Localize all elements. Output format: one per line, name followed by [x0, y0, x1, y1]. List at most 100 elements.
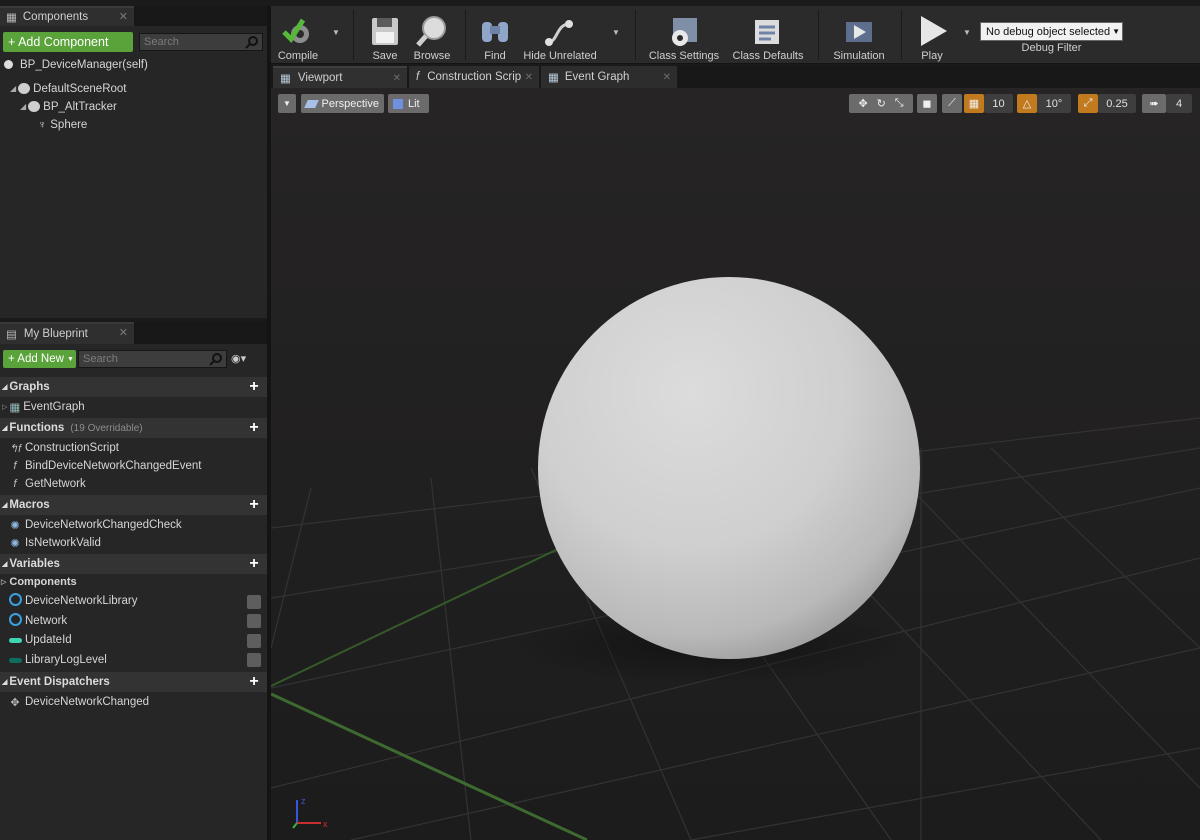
- simulation-icon: [846, 22, 872, 42]
- actor-component-icon: [28, 101, 41, 112]
- debug-filter-label: Debug Filter: [1021, 42, 1082, 54]
- list-item-function[interactable]: f GetNetwork: [0, 475, 267, 493]
- my-blueprint-tabstrip: ▤ My Blueprint ✕: [0, 322, 267, 344]
- tree-item-defaultsceneroot[interactable]: ◢ DefaultSceneRoot: [10, 80, 127, 97]
- search-icon: [209, 353, 222, 366]
- list-item-variable[interactable]: LibraryLogLevel: [0, 651, 267, 669]
- tab-components[interactable]: ▦ Components ✕: [0, 6, 134, 26]
- translate-icon[interactable]: ✥: [858, 97, 867, 110]
- eye-visibility-toggle[interactable]: [247, 653, 261, 667]
- my-blueprint-search-input[interactable]: Search: [78, 350, 227, 368]
- components-search-placeholder: Search: [144, 36, 179, 48]
- search-icon: [245, 36, 258, 49]
- add-function-button[interactable]: +: [247, 420, 261, 436]
- add-dispatcher-button[interactable]: +: [247, 674, 261, 690]
- tab-viewport[interactable]: ▦ Viewport ✕: [273, 66, 407, 88]
- viewport-scene: z x: [271, 88, 1200, 840]
- close-icon[interactable]: ✕: [119, 10, 128, 23]
- lit-button[interactable]: Lit: [388, 94, 429, 113]
- play-button[interactable]: Play: [911, 8, 953, 62]
- chevron-down-icon: ▼: [66, 355, 74, 363]
- add-variable-button[interactable]: +: [247, 556, 261, 572]
- list-item-macro[interactable]: ✺ IsNetworkValid: [0, 534, 267, 552]
- perspective-button[interactable]: Perspective: [301, 94, 384, 113]
- grid-snap-value[interactable]: 10: [984, 94, 1013, 113]
- add-component-button[interactable]: + Add Component: [3, 32, 133, 52]
- my-blueprint-search-placeholder: Search: [83, 353, 118, 365]
- hide-unrelated-dropdown[interactable]: ▼: [612, 28, 620, 37]
- section-macros[interactable]: ◢ Macros +: [0, 495, 267, 515]
- list-item-function[interactable]: f BindDeviceNetworkChangedEvent: [0, 457, 267, 475]
- save-label: Save: [372, 50, 398, 62]
- chevron-down-icon: ▼: [1112, 27, 1121, 36]
- play-icon: [921, 16, 947, 46]
- eye-visibility-toggle[interactable]: [247, 614, 261, 628]
- components-search-input[interactable]: Search: [139, 33, 263, 51]
- class-settings-button[interactable]: Class Settings: [647, 8, 721, 62]
- collapse-arrow-icon: ◢: [2, 561, 8, 568]
- rotation-snap-value[interactable]: 10°: [1037, 94, 1071, 113]
- integer-pill-icon: [8, 634, 22, 646]
- item-label: DeviceNetworkChanged: [25, 696, 150, 708]
- eye-visibility-toggle[interactable]: [247, 595, 261, 609]
- tree-item-bp-alttracker[interactable]: ◢ BP_AltTracker: [20, 98, 117, 115]
- add-new-button[interactable]: + Add New ▼: [3, 350, 76, 368]
- tab-event-graph[interactable]: ▦ Event Graph ✕: [541, 66, 677, 88]
- toolbar-separator: [635, 10, 636, 60]
- sphere-mesh[interactable]: [538, 277, 920, 659]
- hide-unrelated-button[interactable]: Hide Unrelated: [519, 8, 601, 62]
- variables-components-category[interactable]: ▷ Components: [0, 573, 267, 591]
- class-defaults-button[interactable]: Class Defaults: [729, 8, 807, 62]
- scale-icon[interactable]: ⤡: [895, 97, 904, 110]
- grid-snap-icon[interactable]: ▦: [964, 94, 984, 113]
- list-item-macro[interactable]: ✺ DeviceNetworkChangedCheck: [0, 516, 267, 534]
- find-button[interactable]: Find: [477, 8, 513, 62]
- section-graphs[interactable]: ◢ Graphs +: [0, 377, 267, 397]
- save-button[interactable]: Save: [367, 8, 403, 62]
- viewport-options-dropdown[interactable]: ▼: [278, 94, 296, 113]
- toolbar-separator: [818, 10, 819, 60]
- list-item-variable[interactable]: Network: [0, 612, 267, 630]
- list-item-variable[interactable]: DeviceNetworkLibrary: [0, 592, 267, 610]
- browse-button[interactable]: Browse: [409, 8, 455, 62]
- graph-nodes-icon: [545, 20, 573, 46]
- tab-my-blueprint[interactable]: ▤ My Blueprint ✕: [0, 322, 134, 344]
- tree-item-sphere[interactable]: ♆ Sphere: [38, 116, 87, 133]
- list-item-variable[interactable]: UpdateId: [0, 631, 267, 649]
- close-icon[interactable]: ✕: [663, 72, 671, 83]
- compile-options-dropdown[interactable]: ▼: [332, 28, 340, 37]
- rotate-icon[interactable]: ↻: [877, 97, 886, 110]
- svg-text:x: x: [323, 819, 328, 829]
- camera-speed-value[interactable]: 4: [1166, 94, 1192, 113]
- close-icon[interactable]: ✕: [119, 326, 128, 339]
- category-label: Components: [9, 576, 77, 588]
- tree-item-self[interactable]: BP_DeviceManager(self): [4, 56, 148, 73]
- item-label: DeviceNetworkLibrary: [25, 595, 138, 607]
- section-functions[interactable]: ◢ Functions (19 Overridable) +: [0, 418, 267, 438]
- world-local-icon[interactable]: ◼: [917, 94, 937, 113]
- camera-speed-icon[interactable]: ➠: [1142, 94, 1166, 113]
- add-graph-button[interactable]: +: [247, 379, 261, 395]
- scale-snap-value[interactable]: 0.25: [1098, 94, 1136, 113]
- tab-construction-script[interactable]: f Construction Scrip ✕: [409, 66, 539, 88]
- viewport[interactable]: z x ▼ Perspective Lit ✥ ↻ ⤡ ◼ ⟋ ▦ 10 △ 1…: [271, 88, 1200, 840]
- list-item-eventgraph[interactable]: ▷ ▦ EventGraph: [0, 398, 267, 416]
- section-variables[interactable]: ◢ Variables +: [0, 554, 267, 574]
- scale-snap-icon[interactable]: ⤢: [1078, 94, 1098, 113]
- simulation-button[interactable]: Simulation: [829, 8, 889, 62]
- compile-button[interactable]: Compile: [275, 8, 321, 62]
- collapse-arrow-icon: ◢: [2, 502, 8, 509]
- rotation-snap-icon[interactable]: △: [1017, 94, 1037, 113]
- add-macro-button[interactable]: +: [247, 497, 261, 513]
- play-options-dropdown[interactable]: ▼: [963, 28, 971, 37]
- section-event-dispatchers[interactable]: ◢ Event Dispatchers +: [0, 672, 267, 692]
- debug-object-select[interactable]: No debug object selected ▼: [980, 22, 1123, 41]
- eye-icon[interactable]: ◉▾: [231, 352, 246, 365]
- item-label: IsNetworkValid: [25, 537, 101, 549]
- eye-visibility-toggle[interactable]: [247, 634, 261, 648]
- close-icon[interactable]: ✕: [393, 73, 401, 84]
- list-item-function[interactable]: ↰f ConstructionScript: [0, 439, 267, 457]
- close-icon[interactable]: ✕: [525, 72, 533, 83]
- surface-snap-icon[interactable]: ⟋: [942, 94, 962, 113]
- list-item-dispatcher[interactable]: ✥ DeviceNetworkChanged: [0, 693, 267, 711]
